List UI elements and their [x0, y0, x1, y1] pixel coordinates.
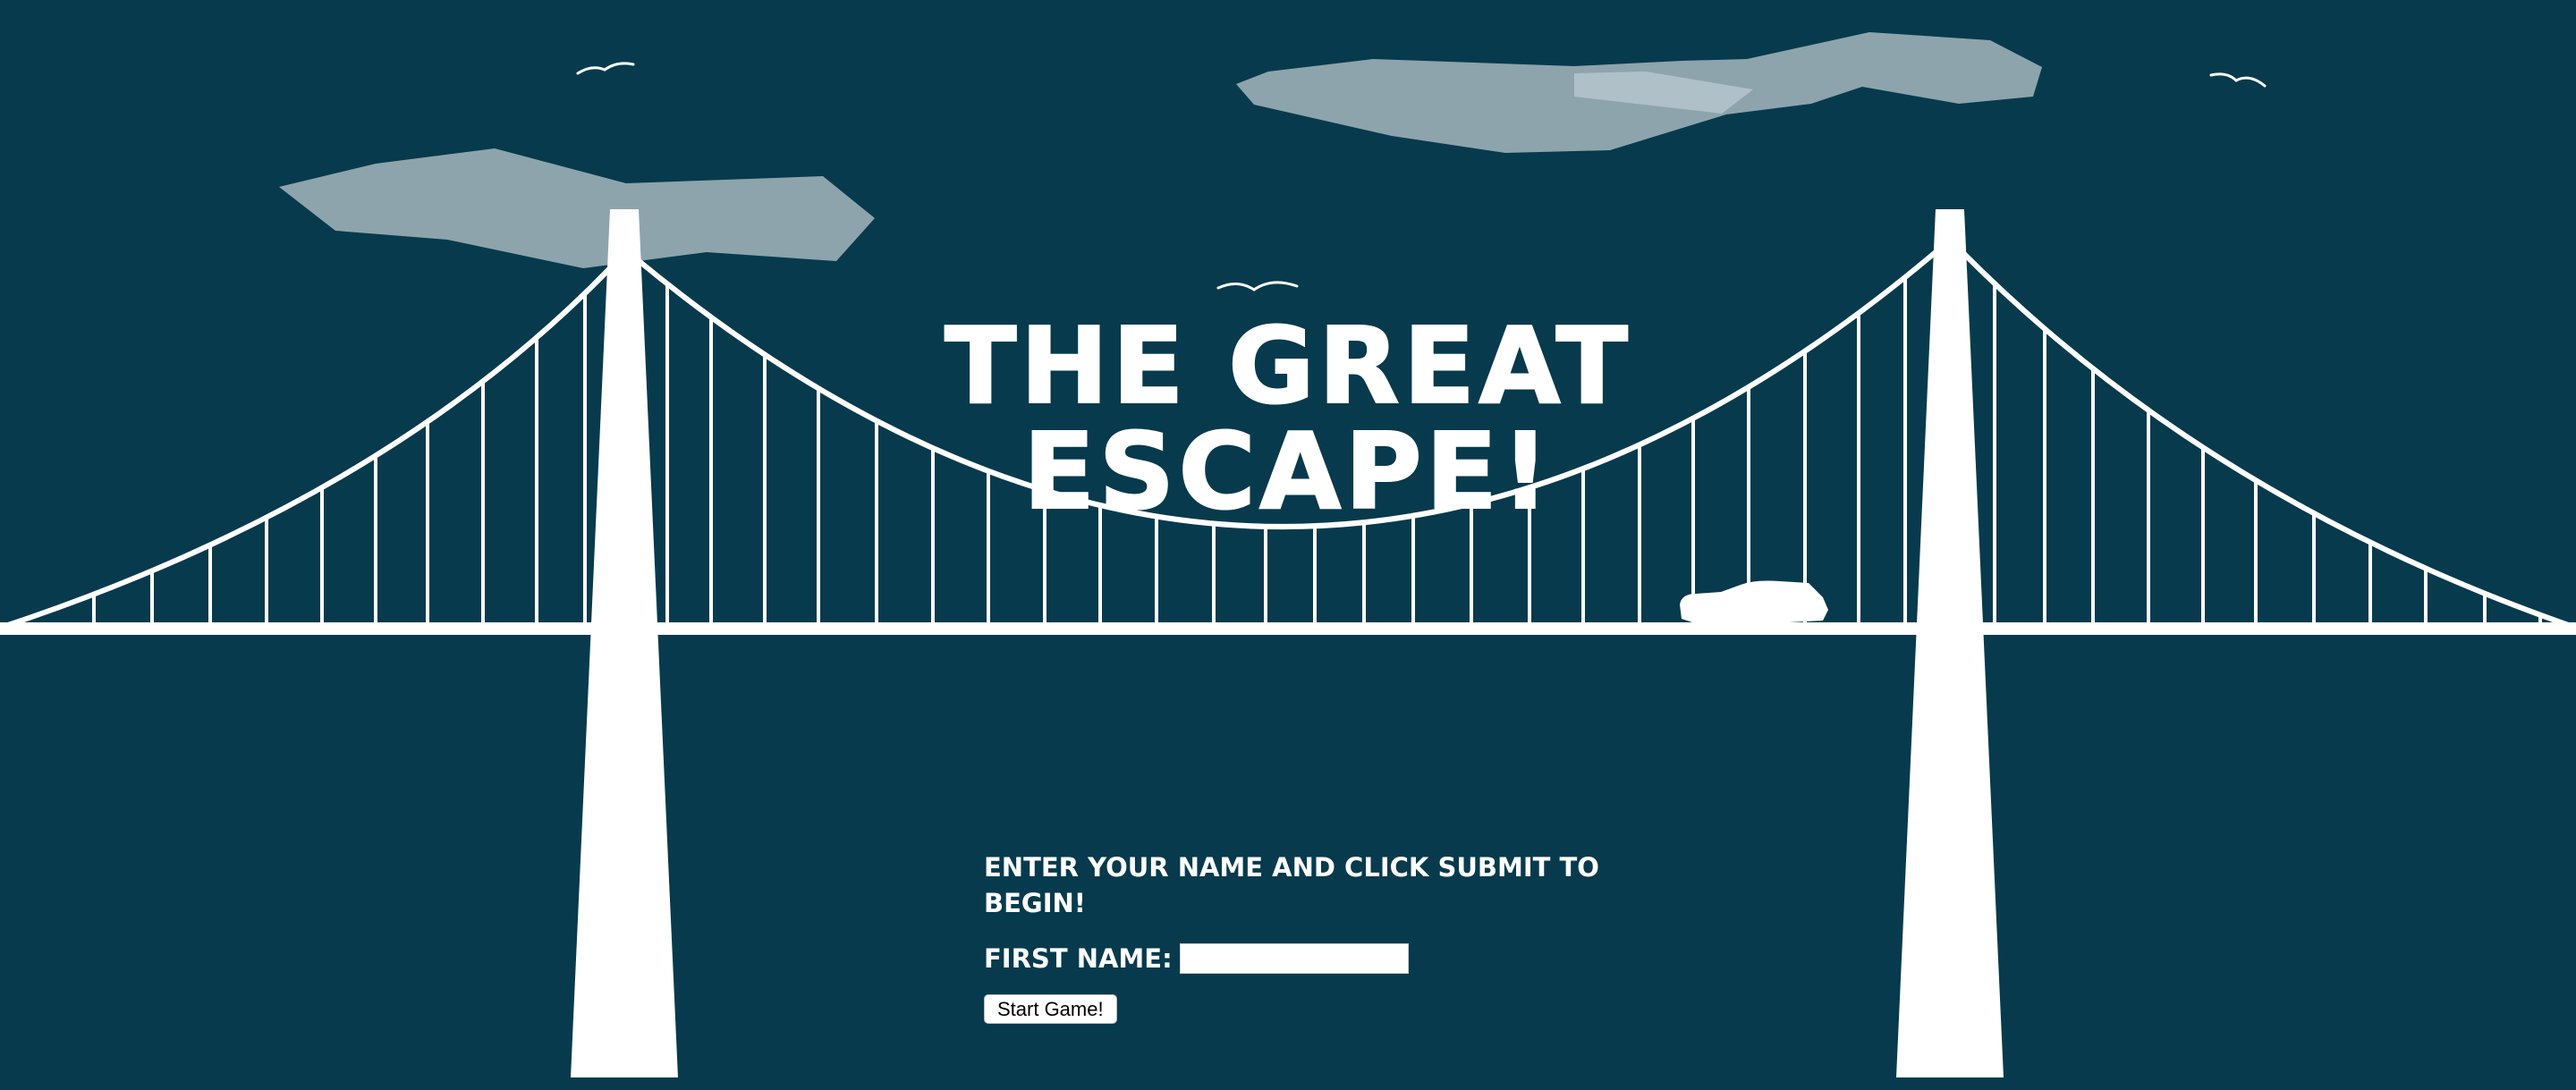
first-name-row: First Name:	[984, 941, 1664, 976]
bird-icon	[576, 62, 635, 75]
bridge-main-cable	[0, 266, 613, 630]
instructions-text: Enter your name and click submit to begi…	[984, 852, 1599, 918]
bridge-main-cable	[1960, 249, 2576, 630]
cloud-left	[279, 148, 875, 268]
bridge-tower-right	[1896, 209, 2004, 1077]
bird-icon	[1216, 281, 1299, 292]
start-form: Enter your name and click submit to begi…	[984, 849, 1664, 1024]
game-start-screen: The Great Escape! Enter your name and cl…	[0, 0, 2576, 1090]
start-game-button[interactable]: Start Game!	[984, 994, 1117, 1024]
page-title: The Great Escape!	[944, 304, 1631, 533]
bridge-deck	[0, 622, 2576, 635]
first-name-input[interactable]	[1179, 943, 1409, 974]
clouds	[279, 32, 2042, 268]
bird-icon	[2209, 72, 2267, 88]
first-name-label: First Name:	[984, 943, 1173, 974]
car-icon	[1680, 580, 1828, 628]
